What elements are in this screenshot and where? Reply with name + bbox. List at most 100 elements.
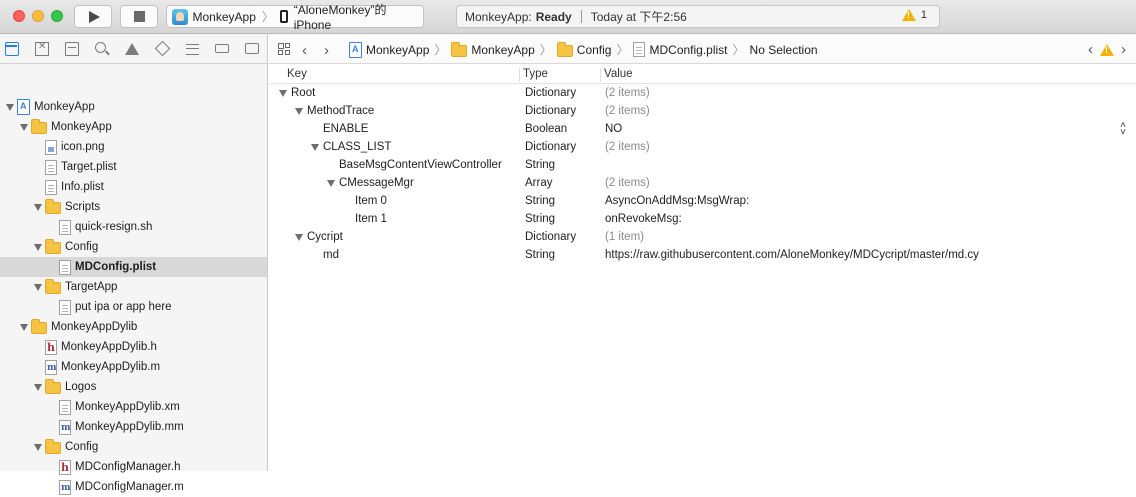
plist-key-cell[interactable]: Cycript [295,231,343,243]
tree-item[interactable]: icon.png [0,137,267,157]
minimize-window-button[interactable] [32,10,44,22]
plist-row[interactable]: Cycript Dictionary (1 item) [269,229,1136,247]
tree-item[interactable]: MonkeyApp [0,97,267,117]
plist-value[interactable]: AsyncOnAddMsg:MsgWrap: [605,195,749,207]
plist-row[interactable]: BaseMsgContentViewController String [269,157,1136,175]
plist-value[interactable]: (2 items) [605,177,650,189]
plist-key-cell[interactable]: ENABLE [323,123,368,135]
tree-item[interactable]: MonkeyAppDylib.mm [0,417,267,437]
tree-item[interactable]: MonkeyAppDylib.m [0,357,267,377]
tree-item[interactable]: quick-resign.sh [0,217,267,237]
close-window-button[interactable] [13,10,25,22]
disclosure-triangle-icon[interactable] [295,233,304,241]
disclosure-triangle-icon[interactable] [33,442,43,452]
project-navigator-icon[interactable] [5,42,19,56]
plist-type[interactable]: Dictionary [525,231,576,243]
column-divider[interactable] [600,68,601,82]
disclosure-triangle-icon[interactable] [33,202,43,212]
plist-value[interactable]: (2 items) [605,87,650,99]
tree-item[interactable]: MonkeyAppDylib.h [0,337,267,357]
plist-type[interactable]: Dictionary [525,141,576,153]
column-divider[interactable] [519,68,520,82]
symbol-navigator-icon[interactable] [65,42,79,56]
plist-value[interactable]: https://raw.githubusercontent.com/AloneM… [605,249,979,261]
plist-type[interactable]: Dictionary [525,105,576,117]
plist-key-cell[interactable]: CLASS_LIST [311,141,391,153]
breadcrumb-file[interactable]: MDConfig.plist [633,42,728,57]
disclosure-triangle-icon[interactable] [33,242,43,252]
zoom-window-button[interactable] [51,10,63,22]
plist-value[interactable]: onRevokeMsg: [605,213,682,225]
plist-type[interactable]: String [525,195,555,207]
tree-item[interactable]: Config [0,437,267,457]
tree-item[interactable]: Scripts [0,197,267,217]
chevron-right-icon[interactable]: › [324,42,329,59]
plist-key-cell[interactable]: Item 1 [355,213,387,225]
tree-item[interactable]: Info.plist [0,177,267,197]
breadcrumb-project[interactable]: MonkeyApp [349,41,429,58]
chevron-right-icon[interactable]: › [1121,41,1126,58]
disclosure-triangle-icon[interactable] [33,282,43,292]
plist-row[interactable]: MethodTrace Dictionary (2 items) [269,103,1136,121]
disclosure-triangle-icon[interactable] [19,322,29,332]
tree-item[interactable]: TargetApp [0,277,267,297]
tree-item[interactable]: MonkeyAppDylib [0,317,267,337]
breadcrumb-selection[interactable]: No Selection [750,43,818,57]
plist-type[interactable]: Array [525,177,552,189]
plist-key-cell[interactable]: Item 0 [355,195,387,207]
breadcrumb-config[interactable]: Config [556,41,611,57]
plist-key-cell[interactable]: MethodTrace [295,105,374,117]
stop-button[interactable] [120,5,158,28]
plist-value[interactable]: (2 items) [605,105,650,117]
tree-item[interactable]: MonkeyAppDylib.xm [0,397,267,417]
plist-row[interactable]: md String https://raw.githubusercontent.co… [269,247,1136,265]
plist-row[interactable]: CLASS_LIST Dictionary (2 items) [269,139,1136,157]
tree-item[interactable]: MDConfig.plist [0,257,267,277]
value-popup-stepper-icon[interactable]: ˄ ˅ [1120,121,1126,138]
disclosure-triangle-icon[interactable] [327,179,336,187]
tree-item[interactable]: MDConfigManager.h [0,457,267,477]
column-header-value[interactable]: Value [604,68,633,80]
tree-item[interactable]: MonkeyApp [0,117,267,137]
source-control-icon[interactable] [35,41,49,56]
warning-icon[interactable] [1100,44,1114,56]
tree-item[interactable]: MDConfigManager.m [0,477,267,497]
tree-item[interactable]: Logos [0,377,267,397]
disclosure-triangle-icon[interactable] [33,382,43,392]
column-header-key[interactable]: Key [287,68,307,80]
plist-type[interactable]: Boolean [525,123,567,135]
plist-value[interactable]: (1 item) [605,231,644,243]
disclosure-triangle-icon[interactable] [5,102,15,112]
disclosure-triangle-icon[interactable] [311,143,320,151]
plist-row[interactable]: CMessageMgr Array (2 items) [269,175,1136,193]
plist-row[interactable]: ENABLE Boolean NO ˄ ˅ [269,121,1136,139]
plist-row[interactable]: Item 0 String AsyncOnAddMsg:MsgWrap: [269,193,1136,211]
plist-type[interactable]: String [525,213,555,225]
chevron-left-icon[interactable]: ‹ [302,42,307,59]
report-navigator-icon[interactable] [245,43,259,54]
scheme-selector[interactable]: MonkeyApp 〉 “AloneMonkey”的 iPhone [166,3,424,32]
plist-key-cell[interactable]: CMessageMgr [327,177,414,189]
disclosure-triangle-icon[interactable] [19,122,29,132]
device-name[interactable]: “AloneMonkey”的 iPhone [294,1,423,32]
disclosure-triangle-icon[interactable] [295,107,304,115]
tree-item[interactable]: Target.plist [0,157,267,177]
search-icon[interactable] [95,42,106,53]
tree-item[interactable]: Config [0,237,267,257]
debug-navigator-icon[interactable] [186,42,200,56]
plist-key-cell[interactable]: md [323,249,339,261]
plist-type[interactable]: String [525,159,555,171]
plist-type[interactable]: Dictionary [525,87,576,99]
plist-row[interactable]: Root Dictionary (2 items) [269,85,1136,103]
plist-key-cell[interactable]: Root [279,87,315,99]
run-button[interactable] [74,5,112,28]
scheme-name[interactable]: MonkeyApp [193,10,256,24]
plist-key-cell[interactable]: BaseMsgContentViewController [339,159,502,171]
plist-row[interactable]: Item 1 String onRevokeMsg: [269,211,1136,229]
issue-navigator-icon[interactable] [125,43,139,55]
related-items-icon[interactable] [278,43,290,55]
warning-badge[interactable]: 1 [901,9,927,21]
tree-item[interactable]: put ipa or app here [0,297,267,317]
disclosure-triangle-icon[interactable] [279,89,288,97]
chevron-left-icon[interactable]: ‹ [1088,41,1093,58]
